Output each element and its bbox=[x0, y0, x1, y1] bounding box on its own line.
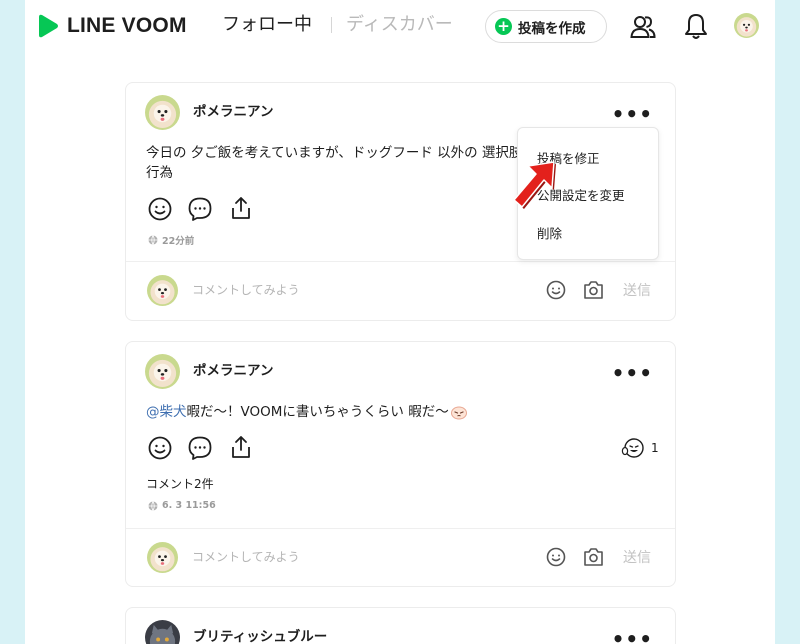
comments-count-link[interactable]: コメント2件 bbox=[146, 475, 214, 492]
menu-item-delete[interactable]: 削除 bbox=[537, 223, 562, 242]
comment-icon[interactable] bbox=[188, 197, 212, 221]
post-avatar[interactable] bbox=[145, 354, 180, 389]
pomeranian-avatar-icon bbox=[145, 354, 180, 389]
create-post-button[interactable]: + 投稿を作成 bbox=[485, 10, 607, 43]
profile-avatar[interactable] bbox=[734, 13, 759, 38]
tab-discover[interactable]: ディスカバー bbox=[346, 13, 453, 37]
post-avatar[interactable] bbox=[145, 95, 180, 130]
pomeranian-avatar-icon bbox=[145, 95, 180, 130]
share-icon[interactable] bbox=[230, 196, 252, 220]
comment-row: コメントしてみよう 送信 bbox=[126, 528, 675, 586]
camera-icon[interactable] bbox=[583, 280, 604, 300]
post-card: ポメラニアン ••• @柴犬 暇だ～！VOOMに書いちゃうくらい 暇だ～ 1 コ… bbox=[125, 341, 676, 587]
post-text-line: 今日の 夕ご飯を考えていますが、ドッグフード 以外の 選択肢 bbox=[146, 145, 523, 161]
comment-avatar bbox=[147, 275, 178, 306]
comment-icon[interactable] bbox=[188, 436, 212, 460]
more-options-icon[interactable]: ••• bbox=[612, 629, 653, 644]
sticker-emoji-icon bbox=[450, 406, 467, 420]
bell-icon[interactable] bbox=[684, 13, 708, 40]
reaction-summary[interactable]: 1 bbox=[621, 437, 659, 459]
comment-input[interactable]: コメントしてみよう bbox=[192, 281, 300, 298]
post-meta: 6. 3 11:56 bbox=[148, 500, 216, 511]
post-username[interactable]: ポメラニアン bbox=[193, 103, 273, 121]
plus-icon: + bbox=[495, 18, 512, 35]
pomeranian-avatar-icon bbox=[734, 13, 759, 38]
post-text-line: 行為 bbox=[146, 165, 173, 181]
page: LINE VOOM フォロー中 ディスカバー + 投稿を作成 ポメラニアン ••… bbox=[25, 0, 775, 644]
comment-row: コメントしてみよう 送信 bbox=[126, 261, 675, 319]
play-logo-icon bbox=[39, 14, 58, 38]
tab-divider bbox=[331, 17, 332, 33]
friends-icon[interactable] bbox=[630, 13, 656, 39]
emoji-icon[interactable] bbox=[546, 280, 566, 300]
post-timestamp: 6. 3 11:56 bbox=[162, 500, 216, 511]
camera-icon[interactable] bbox=[583, 547, 604, 567]
send-button[interactable]: 送信 bbox=[623, 280, 651, 300]
top-header: LINE VOOM フォロー中 ディスカバー + 投稿を作成 bbox=[25, 0, 775, 52]
post-username[interactable]: ポメラニアン bbox=[193, 362, 273, 380]
post-text: @柴犬 暇だ～！VOOMに書いちゃうくらい 暇だ～ bbox=[146, 402, 468, 422]
smile-reaction-icon[interactable] bbox=[148, 436, 172, 460]
post-text-body: 暇だ～！VOOMに書いちゃうくらい 暇だ～ bbox=[186, 404, 449, 420]
globe-icon bbox=[148, 235, 158, 245]
post-username[interactable]: ブリティッシュブルー bbox=[193, 628, 327, 644]
smile-reaction-icon[interactable] bbox=[148, 197, 172, 221]
pomeranian-avatar-icon bbox=[147, 542, 178, 573]
mention-link[interactable]: @柴犬 bbox=[146, 402, 187, 422]
reaction-count: 1 bbox=[651, 441, 659, 455]
globe-icon bbox=[148, 500, 158, 511]
annotation-arrow-icon bbox=[513, 161, 556, 209]
comment-input[interactable]: コメントしてみよう bbox=[192, 548, 300, 565]
british-blue-cat-avatar-icon bbox=[145, 620, 180, 644]
post-text: 今日の 夕ご飯を考えていますが、ドッグフード 以外の 選択肢 行為 bbox=[146, 143, 522, 183]
share-icon[interactable] bbox=[230, 435, 252, 459]
more-options-icon[interactable]: ••• bbox=[612, 363, 653, 383]
line-voom-logo[interactable]: LINE VOOM bbox=[38, 14, 187, 38]
pomeranian-avatar-icon bbox=[147, 275, 178, 306]
post-meta: 22分前 bbox=[148, 233, 194, 247]
more-options-icon[interactable]: ••• bbox=[612, 104, 653, 124]
logo-text: LINE VOOM bbox=[67, 14, 187, 37]
create-post-label: 投稿を作成 bbox=[518, 20, 586, 37]
post-avatar[interactable] bbox=[145, 620, 180, 644]
post-timestamp: 22分前 bbox=[162, 236, 195, 247]
emoji-icon[interactable] bbox=[546, 547, 566, 567]
send-button[interactable]: 送信 bbox=[623, 547, 651, 567]
comment-avatar bbox=[147, 542, 178, 573]
post-card: ブリティッシュブルー ••• bbox=[125, 607, 676, 644]
tab-following[interactable]: フォロー中 bbox=[222, 13, 312, 37]
laugh-reaction-icon bbox=[621, 438, 644, 458]
